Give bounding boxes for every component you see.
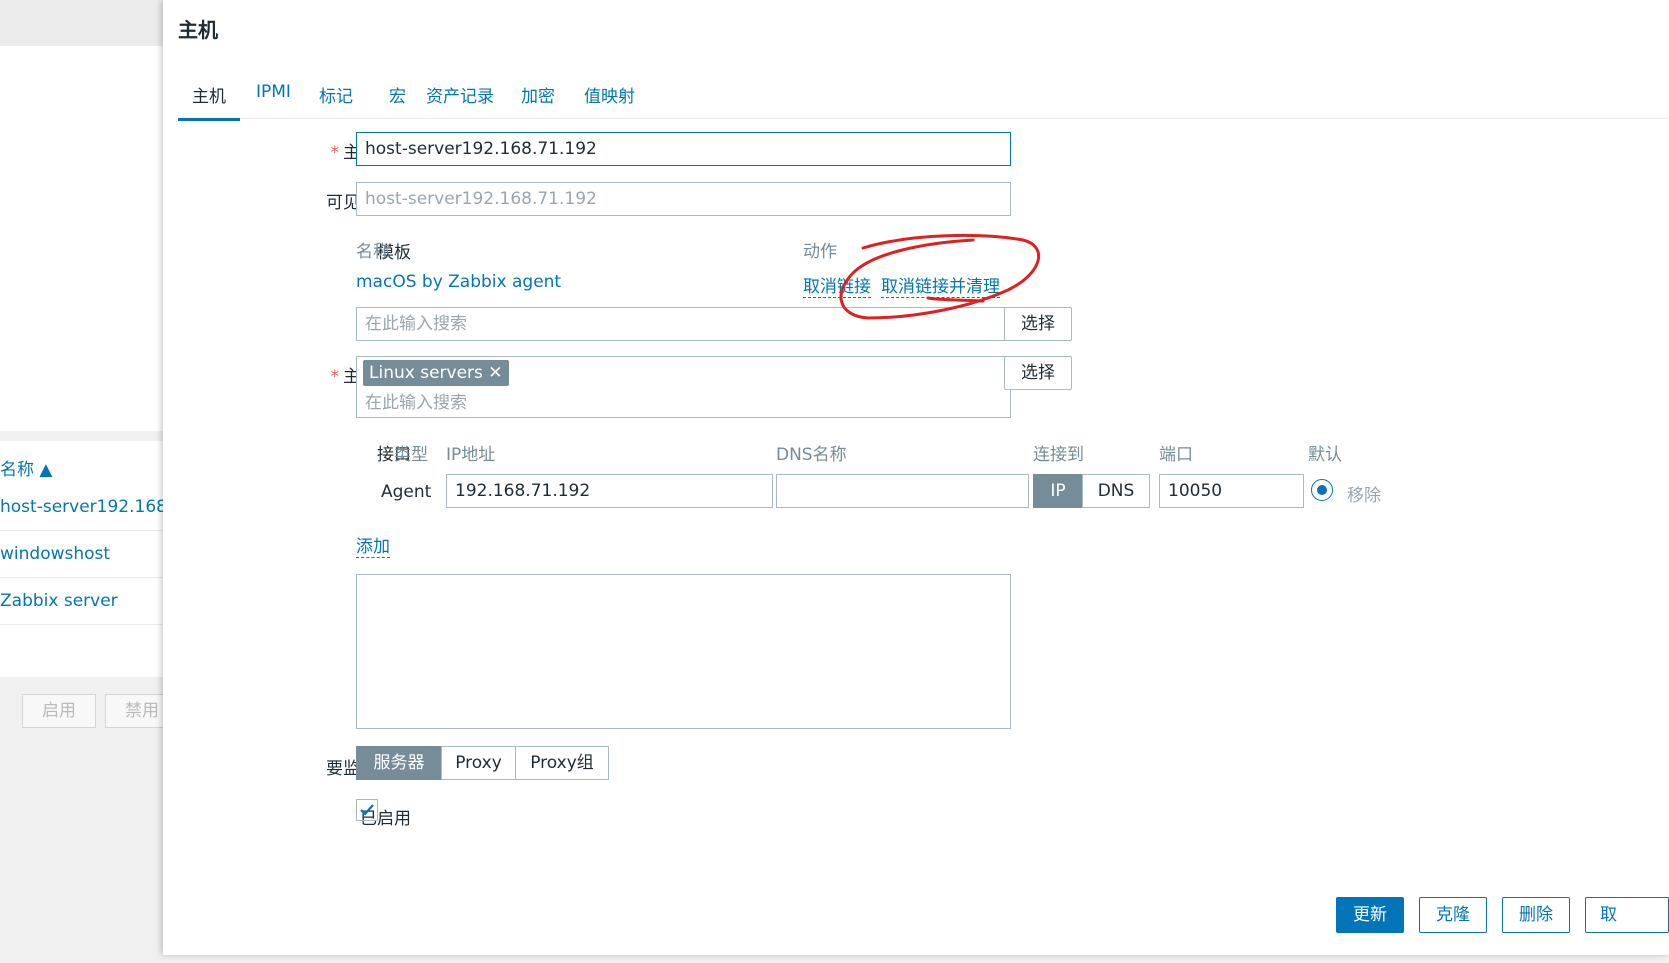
monitored-by-server[interactable]: 服务器	[356, 746, 442, 780]
interface-type-header: 类型	[394, 445, 428, 465]
tab-macros[interactable]: 宏	[389, 82, 406, 118]
red-annotation-circle	[839, 233, 1041, 320]
description-textarea[interactable]	[356, 574, 1011, 729]
host-name-input[interactable]: host-server192.168.71.192	[356, 132, 1011, 166]
tab-ipmi[interactable]: IPMI	[256, 82, 291, 118]
default-interface-radio[interactable]	[1311, 479, 1333, 501]
interface-default-header: 默认	[1308, 445, 1342, 465]
update-button[interactable]: 更新	[1336, 897, 1404, 933]
tab-bar: 主机 IPMI 标记 宏 资产记录 加密 值映射	[178, 78, 1669, 121]
clone-button[interactable]: 克隆	[1419, 897, 1487, 933]
host-group-select-button[interactable]: 选择	[1004, 356, 1072, 390]
template-link[interactable]: macOS by Zabbix agent	[356, 272, 561, 292]
background-enable-button[interactable]: 启用	[22, 694, 96, 728]
interface-remove-link[interactable]: 移除	[1347, 481, 1381, 506]
interface-type: Agent	[381, 482, 432, 502]
connect-dns-toggle[interactable]: DNS	[1082, 474, 1150, 508]
dialog-title: 主机	[178, 18, 218, 42]
monitored-by-proxy[interactable]: Proxy	[441, 746, 516, 780]
interface-port-input[interactable]: 10050	[1159, 474, 1304, 508]
interface-ip-input[interactable]: 192.168.71.192	[446, 474, 773, 508]
checkmark-icon	[360, 804, 374, 816]
background-filter-panel	[0, 46, 165, 431]
host-groups-search-input[interactable]: 在此输入搜索	[365, 387, 467, 417]
delete-button[interactable]: 删除	[1502, 897, 1570, 933]
background-host-row[interactable]: windowshost	[0, 531, 165, 578]
host-groups-multiselect[interactable]: Linux servers ✕ 在此输入搜索	[356, 356, 1011, 418]
tab-inventory[interactable]: 资产记录	[426, 82, 494, 118]
tab-encryption[interactable]: 加密	[521, 82, 555, 118]
tab-value-mapping[interactable]: 值映射	[584, 82, 635, 118]
connect-ip-toggle[interactable]: IP	[1033, 474, 1083, 508]
add-interface-link[interactable]: 添加	[356, 532, 390, 558]
interface-connect-header: 连接到	[1033, 445, 1084, 465]
monitored-by-proxy-group[interactable]: Proxy组	[515, 746, 609, 780]
host-group-chip: Linux servers ✕	[363, 360, 509, 386]
interface-dns-input[interactable]	[776, 474, 1029, 508]
interface-dns-header: DNS名称	[776, 445, 847, 465]
interface-port-header: 端口	[1159, 445, 1193, 465]
background-host-row[interactable]: Zabbix server	[0, 578, 165, 625]
remove-chip-icon[interactable]: ✕	[488, 363, 502, 383]
interface-ip-header: IP地址	[446, 445, 496, 465]
visible-name-input[interactable]: host-server192.168.71.192	[356, 182, 1011, 216]
tab-tags[interactable]: 标记	[319, 82, 353, 118]
host-edit-dialog: 主机 主机 IPMI 标记 宏 资产记录 加密 值映射 *主机名称 host-s…	[163, 0, 1669, 955]
background-table-header-name[interactable]: 名称 ▲	[0, 455, 52, 480]
enabled-checkbox[interactable]	[356, 799, 378, 821]
templates-action-header: 动作	[803, 242, 837, 262]
background-header	[0, 0, 165, 46]
tab-host[interactable]: 主机	[178, 82, 240, 121]
cancel-button[interactable]: 取	[1585, 897, 1669, 933]
background-host-row[interactable]: host-server192.168.71.192	[0, 484, 165, 531]
templates-name-header: 名称	[356, 242, 390, 262]
